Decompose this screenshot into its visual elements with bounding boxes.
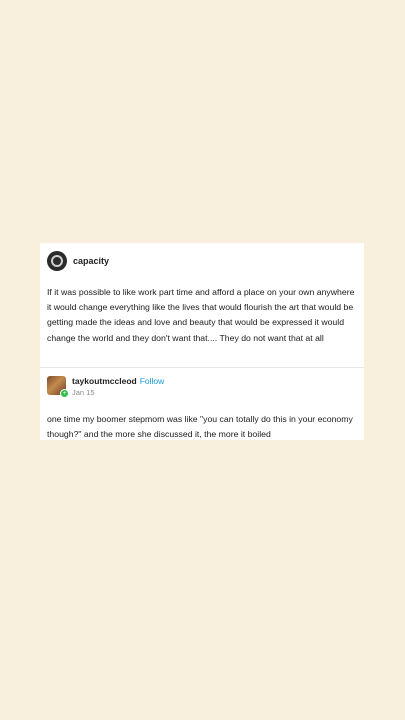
plus-icon: +: [60, 389, 69, 398]
reblog-header: + taykoutmccleod Follow Jan 15: [47, 376, 164, 398]
post-header: capacity: [47, 251, 109, 271]
post-body-text: If it was possible to like work part tim…: [47, 287, 355, 343]
divider: [40, 367, 364, 368]
ring-shape: [51, 255, 63, 267]
follow-button[interactable]: Follow: [140, 376, 165, 386]
reblog-date[interactable]: Jan 15: [72, 388, 164, 397]
post-username[interactable]: capacity: [73, 256, 109, 266]
post-card: capacity If it was possible to like work…: [40, 243, 364, 440]
reblog-username[interactable]: taykoutmccleod: [72, 376, 137, 386]
reblog-user-line: taykoutmccleod Follow: [72, 376, 164, 386]
taykoutmccleod-avatar[interactable]: +: [47, 376, 69, 398]
reblog-meta: taykoutmccleod Follow Jan 15: [72, 376, 164, 397]
capacity-avatar-icon[interactable]: [47, 251, 67, 271]
reblog-body-text: one time my boomer stepmom was like "you…: [47, 414, 353, 440]
